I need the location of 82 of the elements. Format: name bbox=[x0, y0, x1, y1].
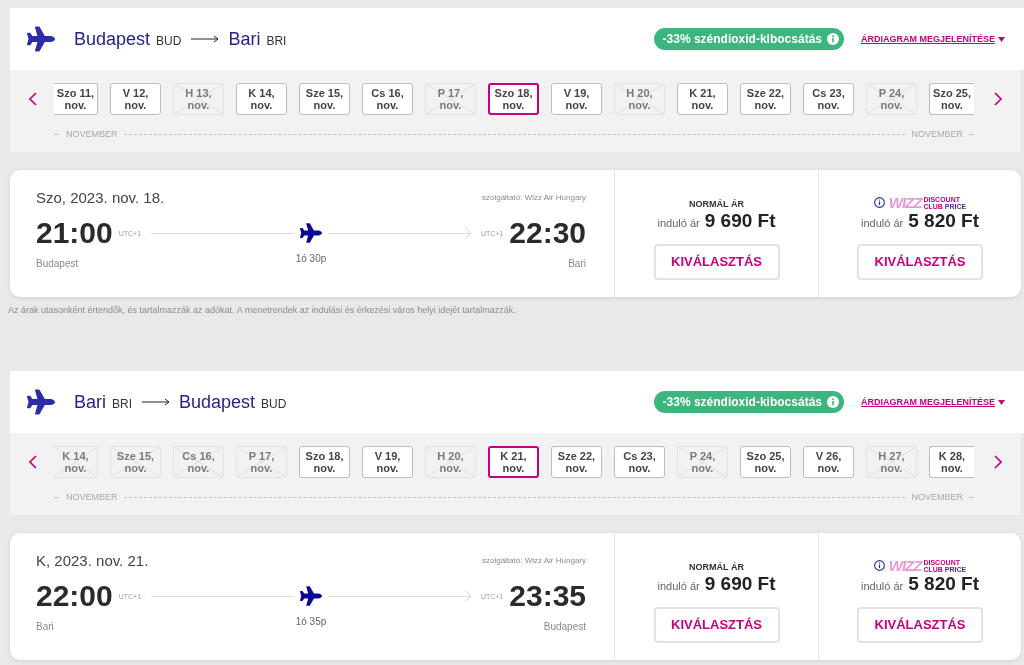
departure-city: Budapest bbox=[36, 258, 79, 270]
city-name: Bari bbox=[228, 28, 261, 50]
info-icon bbox=[873, 197, 885, 208]
chevron-right-icon bbox=[994, 455, 1002, 469]
date-option[interactable]: Szo 18, nov. bbox=[488, 83, 539, 115]
arrival-time: 22:30 bbox=[509, 217, 586, 249]
month-label: NOVEMBER bbox=[911, 491, 963, 503]
long-arrow-icon bbox=[191, 35, 220, 43]
select-fare-button[interactable]: KIVÁLASZTÁS bbox=[857, 244, 983, 280]
date-option[interactable]: V 26, nov. bbox=[803, 446, 854, 478]
from-price-label: induló ár bbox=[657, 216, 700, 231]
fare-price: 9 690 Ft bbox=[704, 210, 776, 232]
airport-code: BUD bbox=[156, 33, 182, 48]
date-option[interactable]: Sze 15, nov. bbox=[299, 83, 350, 115]
logo-wordmark: WIZZ bbox=[888, 195, 922, 210]
price-chart-link[interactable]: ÁRDIAGRAM MEGJELENÍTÉSE bbox=[861, 396, 1005, 408]
from-price-label: induló ár bbox=[657, 579, 700, 594]
fare-disclaimer: Az árak utasonként értendők, és tartalmazzák az adókat. A menetrendek az indulási és érkezési város helyi idejét tartalmazzák. bbox=[8, 304, 517, 316]
operator-text: szolgáltató: Wizz Air Hungary bbox=[481, 556, 586, 566]
month-label: NOVEMBER bbox=[911, 128, 963, 140]
price-chart-link[interactable]: ÁRDIAGRAM MEGJELENÍTÉSE bbox=[861, 33, 1005, 45]
airport-code: BRI bbox=[266, 33, 287, 48]
select-fare-button[interactable]: KIVÁLASZTÁS bbox=[653, 607, 780, 643]
fare-label: NORMÁL ÁR bbox=[689, 562, 744, 573]
co2-reduction-text: -33% széndioxid-kibocsátás bbox=[662, 395, 822, 409]
caret-down-icon bbox=[998, 36, 1005, 42]
airplane-icon bbox=[27, 388, 55, 416]
flight-date: K, 2023. nov. 21. bbox=[36, 552, 149, 570]
chevron-left-icon bbox=[29, 455, 37, 469]
select-fare-button[interactable]: KIVÁLASZTÁS bbox=[857, 607, 983, 643]
date-option[interactable]: K 14, nov. bbox=[236, 83, 287, 115]
from-price-label: induló ár bbox=[861, 216, 904, 231]
date-option[interactable]: Szo 25, nov. bbox=[929, 83, 974, 115]
date-option[interactable]: Szo 25, nov. bbox=[740, 446, 791, 478]
departure-time: 22:00 bbox=[36, 580, 113, 612]
fare-price: 9 690 Ft bbox=[704, 573, 776, 595]
fare-price: 5 820 Ft bbox=[908, 573, 979, 595]
logo-wordmark: WIZZ bbox=[888, 558, 922, 573]
fare-price: 5 820 Ft bbox=[908, 210, 979, 232]
long-arrow-icon bbox=[142, 398, 171, 406]
departure-city: Bari bbox=[36, 621, 54, 633]
date-option[interactable]: Cs 23, nov. bbox=[614, 446, 665, 478]
date-option[interactable]: V 12, nov. bbox=[110, 83, 161, 115]
info-icon bbox=[827, 33, 839, 45]
city-name: Budapest bbox=[74, 28, 151, 50]
caret-down-icon bbox=[998, 399, 1005, 405]
date-option[interactable]: K 28, nov. bbox=[929, 446, 974, 478]
date-option[interactable]: K 21, nov. bbox=[677, 83, 728, 115]
select-fare-button[interactable]: KIVÁLASZTÁS bbox=[653, 244, 780, 280]
date-option[interactable]: Cs 23, nov. bbox=[803, 83, 854, 115]
date-option[interactable]: Szo 11, nov. bbox=[54, 83, 98, 115]
arrival-city: Bari bbox=[568, 258, 586, 270]
operator-text: szolgáltató: Wizz Air Hungary bbox=[481, 193, 586, 203]
date-option[interactable]: Szo 18, nov. bbox=[299, 446, 350, 478]
airplane-icon bbox=[300, 585, 322, 607]
date-option[interactable]: Sze 22, nov. bbox=[551, 446, 602, 478]
airplane-icon bbox=[300, 222, 322, 244]
chevron-right-icon bbox=[994, 92, 1002, 106]
city-name: Budapest bbox=[179, 391, 256, 413]
date-option[interactable]: V 19, nov. bbox=[551, 83, 602, 115]
departure-time: 21:00 bbox=[36, 217, 113, 249]
arrival-time: 23:35 bbox=[509, 580, 586, 612]
info-icon bbox=[827, 396, 839, 408]
date-option[interactable]: Sze 22, nov. bbox=[740, 83, 791, 115]
airport-code: BUD bbox=[261, 396, 287, 411]
chevron-left-icon bbox=[29, 92, 37, 106]
date-option[interactable]: K 21, nov. bbox=[488, 446, 539, 478]
date-option[interactable]: Cs 16, nov. bbox=[362, 83, 413, 115]
month-label: NOVEMBER bbox=[66, 491, 118, 503]
fare-label: NORMÁL ÁR bbox=[689, 199, 744, 210]
arrival-city: Budapest bbox=[543, 621, 586, 633]
flight-duration: 1ó 35p bbox=[295, 616, 327, 628]
co2-reduction-text: -33% széndioxid-kibocsátás bbox=[662, 32, 822, 46]
month-label: NOVEMBER bbox=[66, 128, 118, 140]
airplane-icon bbox=[27, 25, 55, 53]
info-icon bbox=[873, 560, 885, 571]
date-option[interactable]: V 19, nov. bbox=[362, 446, 413, 478]
flight-duration: 1ó 30p bbox=[295, 253, 327, 265]
airport-code: BRI bbox=[112, 396, 133, 411]
flight-date: Szo, 2023. nov. 18. bbox=[36, 189, 165, 207]
from-price-label: induló ár bbox=[861, 579, 904, 594]
city-name: Bari bbox=[74, 391, 106, 413]
